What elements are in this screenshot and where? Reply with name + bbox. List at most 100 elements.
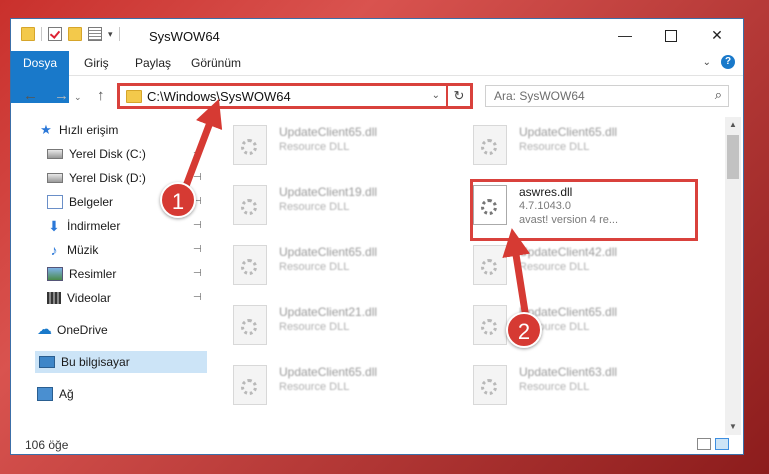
- drive-icon: [47, 173, 63, 183]
- file-name: UpdateClient42.dll: [519, 245, 618, 259]
- refresh-button[interactable]: ↻: [446, 86, 470, 106]
- minimize-button[interactable]: —: [615, 25, 635, 45]
- title-bar: ▾ SysWOW64 — ✕: [11, 19, 743, 51]
- dll-file-icon: [233, 185, 267, 225]
- address-dropdown-chevron-icon[interactable]: ⌄: [432, 90, 440, 101]
- expand-ribbon-chevron-icon[interactable]: ⌄: [703, 57, 711, 68]
- sidebar-item-label: OneDrive: [57, 323, 108, 337]
- sidebar-item-label: Resimler: [69, 267, 117, 281]
- file-item[interactable]: UpdateClient65.dll Resource DLL: [233, 119, 453, 171]
- callout-badge-1: 1: [160, 182, 196, 218]
- search-icon[interactable]: ⌕: [715, 87, 722, 103]
- search-box[interactable]: Ara: SysWOW64 ⌕: [485, 85, 729, 107]
- details-view-icon[interactable]: [697, 438, 711, 450]
- search-input[interactable]: Ara: SysWOW64: [494, 89, 585, 103]
- maximize-button[interactable]: [661, 25, 681, 45]
- properties-icon[interactable]: [88, 27, 102, 41]
- sidebar-item-local-disk-d[interactable]: Yerel Disk (D:): [47, 167, 146, 189]
- file-item[interactable]: UpdateClient42.dll Resource DLL: [473, 239, 693, 291]
- folder-icon: [126, 90, 142, 103]
- tab-view[interactable]: Görünüm: [191, 51, 241, 75]
- file-description: Resource DLL: [519, 141, 590, 153]
- dll-file-icon: [233, 365, 267, 405]
- window-title: SysWOW64: [149, 29, 220, 44]
- download-icon: ⬇: [48, 218, 60, 234]
- pin-icon: ⊣: [193, 268, 202, 279]
- address-path[interactable]: C:\Windows\SysWOW64: [147, 89, 291, 104]
- sidebar-item-label: Yerel Disk (D:): [69, 171, 146, 185]
- file-list: UpdateClient65.dll Resource DLL UpdateCl…: [209, 117, 723, 437]
- sidebar-item-this-pc[interactable]: Bu bilgisayar: [35, 351, 207, 373]
- scroll-thumb[interactable]: [727, 135, 739, 179]
- file-name: UpdateClient63.dll: [519, 365, 618, 379]
- pictures-icon: [47, 267, 63, 281]
- sidebar-item-label: Videolar: [67, 291, 111, 305]
- sidebar-item-label: Yerel Disk (C:): [69, 147, 146, 161]
- explorer-window: ▾ SysWOW64 — ✕ Dosya Giriş Paylaş Görünü…: [10, 18, 744, 455]
- pin-icon: ⊣: [193, 244, 202, 255]
- ribbon-controls: ⌄ ?: [703, 55, 735, 69]
- help-icon[interactable]: ?: [721, 55, 735, 69]
- file-item[interactable]: UpdateClient65.dll Resource DLL: [233, 239, 453, 291]
- back-button[interactable]: ←: [23, 87, 38, 104]
- file-item[interactable]: UpdateClient65.dll Resource DLL: [233, 359, 453, 411]
- sidebar-item-network[interactable]: Ağ: [37, 383, 74, 405]
- tiles-view-icon[interactable]: [715, 438, 729, 450]
- properties-check-icon[interactable]: [48, 27, 62, 41]
- toolbar-separator: [41, 27, 42, 41]
- navigation-bar: ← → ⌄ ↑ C:\Windows\SysWOW64 ⌄ ↻ Ara: Sys…: [11, 79, 743, 113]
- tab-home[interactable]: Giriş: [84, 51, 109, 75]
- computer-icon: [39, 356, 55, 368]
- sidebar-item-downloads[interactable]: ⬇ İndirmeler: [47, 215, 120, 237]
- dll-file-icon: [473, 125, 507, 165]
- new-folder-icon[interactable]: [68, 27, 82, 41]
- dll-file-icon: [233, 245, 267, 285]
- sidebar-item-onedrive[interactable]: ☁ OneDrive: [37, 319, 108, 341]
- callout-badge-2: 2: [506, 312, 542, 348]
- file-name: UpdateClient21.dll: [279, 305, 378, 319]
- navigation-pane: ★ Hızlı erişim Yerel Disk (C:) ⊣ Yerel D…: [11, 117, 207, 435]
- file-name: UpdateClient65.dll: [279, 245, 378, 259]
- music-icon: ♪: [50, 242, 58, 258]
- sidebar-item-label: Müzik: [67, 243, 99, 257]
- file-description: Resource DLL: [279, 321, 350, 333]
- folder-icon[interactable]: [21, 27, 35, 41]
- recent-locations-chevron-icon[interactable]: ⌄: [74, 92, 82, 103]
- dll-file-icon: [233, 125, 267, 165]
- scroll-down-icon[interactable]: ▼: [725, 419, 741, 435]
- up-button[interactable]: ↑: [97, 87, 105, 104]
- sidebar-item-quick-access[interactable]: ★ Hızlı erişim: [39, 119, 118, 141]
- sidebar-item-local-disk-c[interactable]: Yerel Disk (C:): [47, 143, 146, 165]
- dll-file-icon: [473, 245, 507, 285]
- file-name: UpdateClient65.dll: [519, 125, 618, 139]
- scroll-up-icon[interactable]: ▲: [725, 117, 741, 133]
- network-icon: [37, 387, 53, 401]
- sidebar-item-pictures[interactable]: Resimler: [47, 263, 116, 285]
- close-button[interactable]: ✕: [707, 25, 727, 45]
- pin-icon: ⊣: [193, 148, 202, 159]
- item-count: 106 öğe: [25, 438, 69, 452]
- file-item[interactable]: UpdateClient19.dll Resource DLL: [233, 179, 453, 231]
- dll-file-icon: [473, 365, 507, 405]
- tab-share[interactable]: Paylaş: [135, 51, 171, 75]
- vertical-scrollbar[interactable]: ▲ ▼: [725, 117, 741, 435]
- sidebar-item-music[interactable]: ♪ Müzik: [47, 239, 99, 261]
- sidebar-item-documents[interactable]: Belgeler: [47, 191, 113, 213]
- file-description: Resource DLL: [279, 381, 350, 393]
- pin-icon: ⊣: [193, 172, 202, 183]
- sidebar-item-label: Ağ: [59, 387, 74, 401]
- sidebar-item-videos[interactable]: Videolar: [47, 287, 111, 309]
- status-bar: 106 öğe: [11, 435, 743, 454]
- sidebar-item-label: Belgeler: [69, 195, 114, 209]
- file-description: Resource DLL: [519, 381, 590, 393]
- file-item[interactable]: UpdateClient63.dll Resource DLL: [473, 359, 693, 411]
- drive-icon: [47, 149, 63, 159]
- customize-toolbar-chevron-icon[interactable]: ▾: [108, 29, 113, 40]
- file-item[interactable]: UpdateClient65.dll Resource DLL: [473, 119, 693, 171]
- sidebar-item-label: İndirmeler: [67, 219, 121, 233]
- toolbar-separator: [118, 27, 120, 41]
- maximize-icon: [665, 30, 677, 43]
- file-item[interactable]: UpdateClient21.dll Resource DLL: [233, 299, 453, 351]
- forward-button[interactable]: →: [54, 87, 69, 104]
- address-bar[interactable]: C:\Windows\SysWOW64 ⌄ ↻: [117, 83, 473, 109]
